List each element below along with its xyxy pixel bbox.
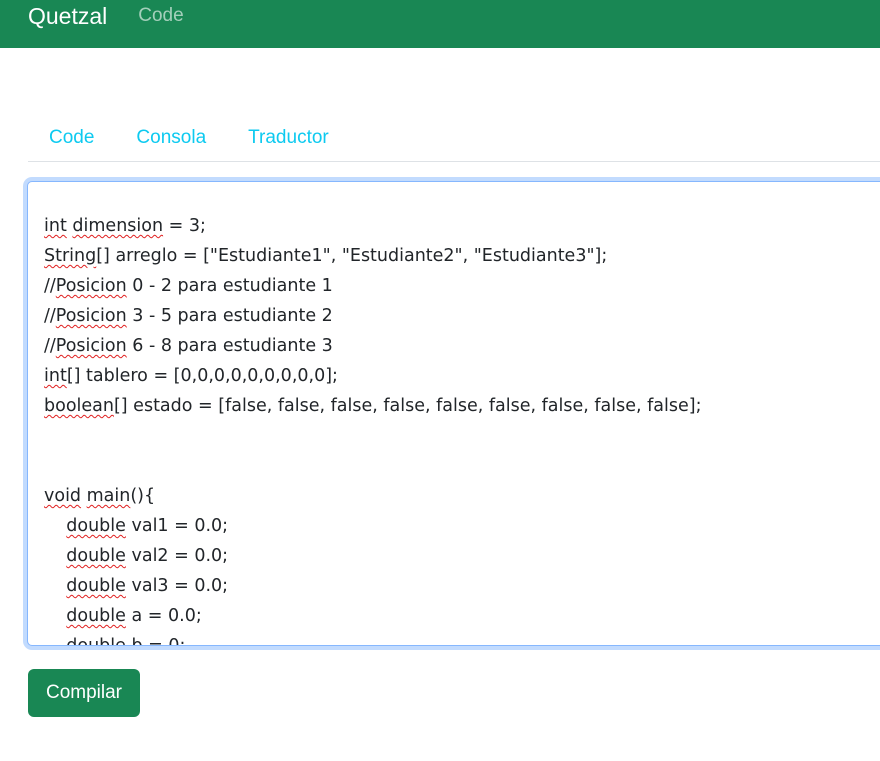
code-line: //Posicion 6 - 8 para estudiante 3 (44, 331, 702, 361)
code-token: [] arreglo = ["Estudiante1", "Estudiante… (96, 246, 608, 266)
spellcheck-token: double (66, 636, 126, 646)
code-line: int dimension = 3; (44, 211, 702, 241)
spellcheck-token: boolean (44, 396, 114, 416)
spellcheck-token: void (44, 486, 82, 506)
code-token: val3 = 0.0; (125, 576, 229, 596)
code-line: double val1 = 0.0; (44, 511, 702, 541)
spellcheck-token: main (86, 486, 131, 506)
code-token: b = 0; (125, 636, 186, 646)
spellcheck-token: double (66, 516, 126, 536)
code-token: val2 = 0.0; (125, 546, 229, 566)
code-line: double a = 0.0; (44, 601, 702, 631)
code-line: double b = 0; (44, 631, 702, 646)
spellcheck-token: dimension (72, 216, 164, 236)
code-token: [] estado = [false, false, false, false,… (113, 396, 702, 416)
spellcheck-token: double (66, 606, 126, 626)
code-token: val1 = 0.0; (125, 516, 229, 536)
code-line: String[] arreglo = ["Estudiante1", "Estu… (44, 241, 702, 271)
tab-code[interactable]: Code (28, 116, 115, 160)
spellcheck-token: int (44, 216, 67, 236)
spellcheck-token: double (66, 576, 126, 596)
code-line: double val2 = 0.0; (44, 541, 702, 571)
spellcheck-token: Posicion (55, 276, 127, 296)
code-line: boolean[] estado = [false, false, false,… (44, 391, 702, 421)
code-line: int[] tablero = [0,0,0,0,0,0,0,0,0]; (44, 361, 702, 391)
compile-button[interactable]: Compilar (28, 669, 140, 717)
code-line: //Posicion 0 - 2 para estudiante 1 (44, 271, 702, 301)
code-token: = 3; (163, 216, 206, 236)
spellcheck-token: Posicion (55, 336, 127, 356)
nav-link-code[interactable]: Code (138, 4, 183, 28)
tab-bar: Code Consola Traductor (28, 114, 880, 162)
code-token: // (44, 276, 56, 296)
code-token: [] tablero = [0,0,0,0,0,0,0,0,0]; (66, 366, 338, 386)
code-line: double val3 = 0.0; (44, 571, 702, 601)
code-line: //Posicion 3 - 5 para estudiante 2 (44, 301, 702, 331)
tab-consola[interactable]: Consola (115, 116, 227, 160)
code-line: void main(){ (44, 481, 702, 511)
code-token: a = 0.0; (125, 606, 202, 626)
code-token: // (44, 306, 56, 326)
code-token: 0 - 2 para estudiante 1 (126, 276, 333, 296)
brand-title[interactable]: Quetzal (28, 3, 107, 29)
tab-traductor[interactable]: Traductor (227, 116, 350, 160)
code-token: 3 - 5 para estudiante 2 (126, 306, 333, 326)
code-token: 6 - 8 para estudiante 3 (126, 336, 333, 356)
spellcheck-token: double (66, 546, 126, 566)
navbar: Quetzal Code (0, 0, 880, 48)
spellcheck-token: int (44, 366, 67, 386)
spellcheck-token: String (44, 246, 97, 266)
code-content[interactable]: int dimension = 3; String[] arreglo = ["E… (44, 211, 702, 646)
spellcheck-token: Posicion (55, 306, 127, 326)
code-token: (){ (130, 486, 156, 506)
code-editor[interactable]: int dimension = 3; String[] arreglo = ["E… (27, 181, 880, 646)
code-token: // (44, 336, 56, 356)
